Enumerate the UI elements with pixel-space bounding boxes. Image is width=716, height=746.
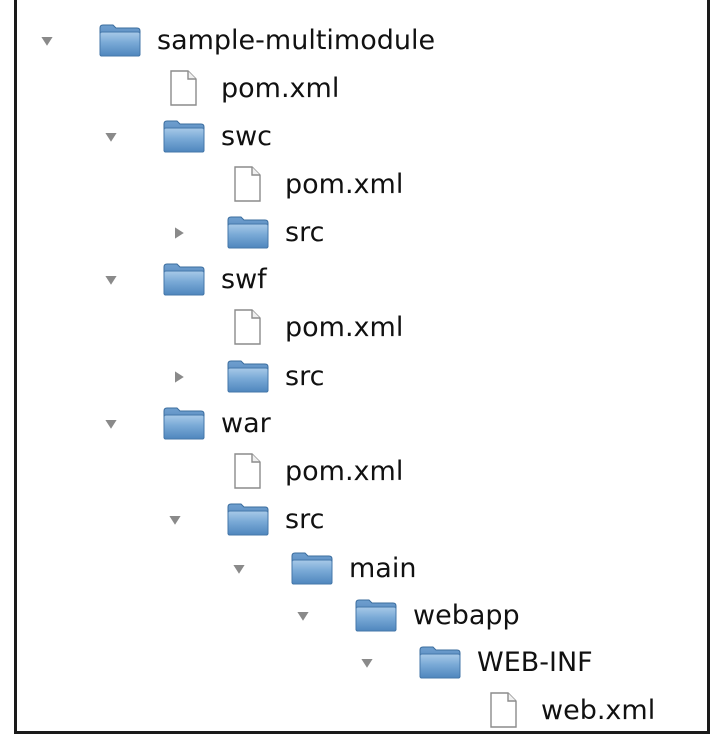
tree-item-label: src [285, 504, 325, 535]
file-icon [233, 166, 261, 209]
file-icon [169, 70, 197, 113]
file-icon [233, 453, 261, 496]
disclosure-expanded-icon[interactable] [101, 127, 121, 147]
tree-row-sample-multimodule[interactable]: sample-multimodule [17, 19, 707, 63]
tree-item-label: pom.xml [221, 73, 340, 104]
tree-row-swc-src[interactable]: src [17, 211, 707, 255]
folder-icon [227, 215, 269, 256]
file-tree-panel: sample-multimodule pom.xml swc pom.xml s… [14, 0, 710, 734]
disclosure-expanded-icon[interactable] [165, 510, 185, 530]
folder-icon [355, 598, 397, 639]
disclosure-expanded-icon[interactable] [229, 559, 249, 579]
tree-item-label: pom.xml [285, 169, 404, 200]
file-icon [489, 692, 517, 735]
folder-icon [227, 502, 269, 543]
tree-row-war-pom[interactable]: pom.xml [17, 450, 707, 494]
tree-row-swf-src[interactable]: src [17, 355, 707, 399]
folder-icon [163, 406, 205, 447]
folder-icon [163, 262, 205, 303]
tree-item-label: sample-multimodule [157, 25, 436, 56]
disclosure-expanded-icon[interactable] [101, 270, 121, 290]
disclosure-collapsed-icon[interactable] [169, 367, 189, 387]
tree-item-label: main [349, 553, 417, 584]
tree-item-label: WEB-INF [477, 647, 593, 678]
tree-item-label: swf [221, 264, 267, 295]
folder-icon [419, 645, 461, 686]
tree-row-swf-pom[interactable]: pom.xml [17, 306, 707, 350]
tree-row-war[interactable]: war [17, 402, 707, 446]
tree-item-label: src [285, 361, 325, 392]
tree-item-label: webapp [413, 600, 520, 631]
tree-row-webapp[interactable]: webapp [17, 594, 707, 638]
tree-row-war-src[interactable]: src [17, 498, 707, 542]
tree-row-web-xml[interactable]: web.xml [17, 689, 707, 733]
disclosure-collapsed-icon[interactable] [169, 223, 189, 243]
folder-icon [99, 23, 141, 64]
folder-icon [163, 119, 205, 160]
tree-item-label: src [285, 217, 325, 248]
tree-item-label: swc [221, 121, 272, 152]
disclosure-expanded-icon[interactable] [101, 414, 121, 434]
file-icon [233, 309, 261, 352]
tree-row-main[interactable]: main [17, 547, 707, 591]
disclosure-expanded-icon[interactable] [293, 606, 313, 626]
tree-row-web-inf[interactable]: WEB-INF [17, 641, 707, 685]
disclosure-expanded-icon[interactable] [37, 31, 57, 51]
tree-item-label: web.xml [541, 695, 656, 726]
tree-row-root-pom[interactable]: pom.xml [17, 67, 707, 111]
disclosure-expanded-icon[interactable] [357, 653, 377, 673]
tree-item-label: pom.xml [285, 456, 404, 487]
tree-item-label: war [221, 408, 271, 439]
tree-row-swf[interactable]: swf [17, 258, 707, 302]
tree-item-label: pom.xml [285, 312, 404, 343]
tree-row-swc-pom[interactable]: pom.xml [17, 163, 707, 207]
folder-icon [227, 359, 269, 400]
folder-icon [291, 551, 333, 592]
tree-row-swc[interactable]: swc [17, 115, 707, 159]
